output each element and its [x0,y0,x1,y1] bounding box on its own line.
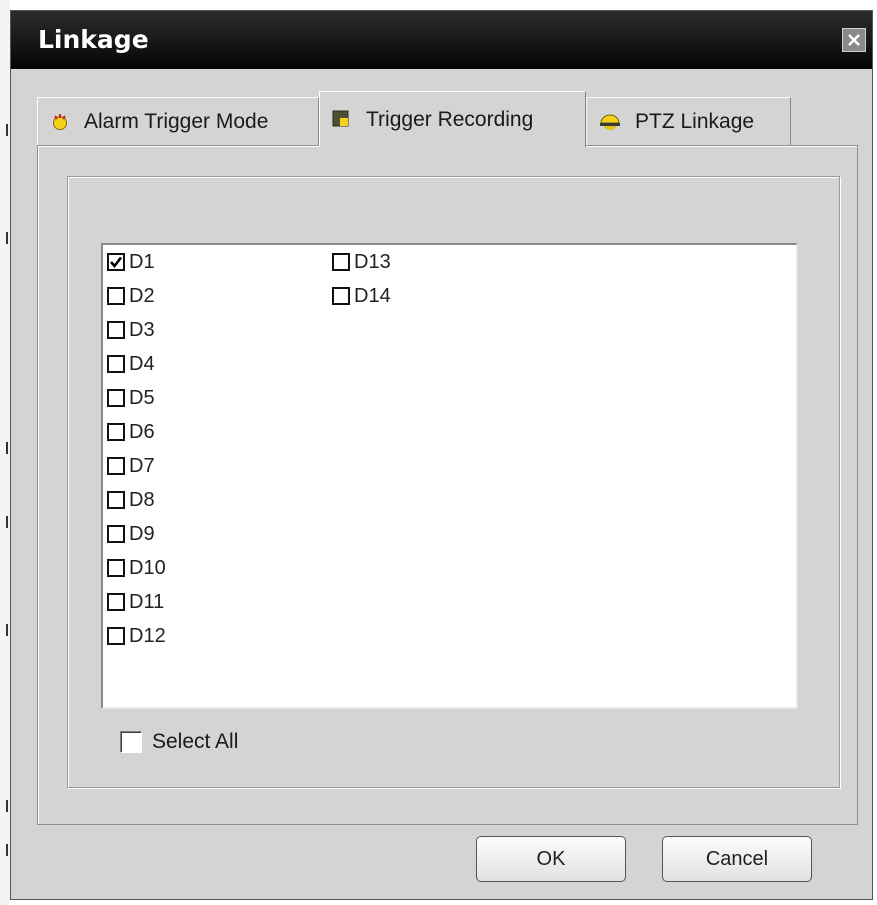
checkbox[interactable] [107,491,125,509]
channel-item-d6[interactable]: D6 [107,419,155,445]
channel-label: D11 [129,590,165,613]
channel-item-d5[interactable]: D5 [107,385,155,411]
channel-label: D3 [129,318,155,341]
channel-label: D9 [129,522,155,545]
select-all-label: Select All [152,730,239,753]
channel-label: D10 [129,556,166,579]
channel-label: D12 [129,624,166,647]
title-bar: Linkage [11,11,872,69]
tab-trigger-recording[interactable]: Trigger Recording [319,91,586,147]
checkbox[interactable] [107,287,125,305]
channel-label: D2 [129,284,155,307]
edge-mark [6,844,8,856]
checkbox[interactable] [107,321,125,339]
edge-mark [6,232,8,244]
select-all-checkbox[interactable]: Select All [120,730,238,754]
close-icon [848,34,860,46]
close-button[interactable] [842,28,866,52]
record-icon [332,110,352,130]
checkbox[interactable] [107,389,125,407]
cancel-button[interactable]: Cancel [662,836,812,882]
background-window-edge [0,0,10,905]
checkbox[interactable] [332,287,350,305]
channel-label: D1 [129,250,155,273]
edge-mark [6,800,8,812]
channel-label: D14 [354,284,391,307]
checkbox[interactable] [107,253,125,271]
channel-item-d4[interactable]: D4 [107,351,155,377]
checkbox[interactable] [107,525,125,543]
edge-mark [6,624,8,636]
edge-mark [6,516,8,528]
channel-item-d1[interactable]: D1 [107,249,155,275]
checkbox[interactable] [107,355,125,373]
channel-item-d3[interactable]: D3 [107,317,155,343]
trigger-recording-panel: D1 D2 D3 D4 D5 D6 D7 D8 D9 D10 D11 D12 D… [37,145,858,825]
ptz-dome-icon [599,112,621,132]
tab-ptz-linkage[interactable]: PTZ Linkage [586,97,791,145]
channel-label: D6 [129,420,155,443]
tab-label: Trigger Recording [366,107,534,131]
checkbox[interactable] [107,559,125,577]
channel-label: D8 [129,488,155,511]
channel-item-d10[interactable]: D10 [107,555,166,581]
channel-label: D7 [129,454,155,477]
window-title: Linkage [38,25,149,54]
linkage-dialog: Linkage Alarm Trigger Mode Trigger Recor… [10,10,873,900]
channel-list: D1 D2 D3 D4 D5 D6 D7 D8 D9 D10 D11 D12 D… [101,243,798,709]
channel-item-d7[interactable]: D7 [107,453,155,479]
edge-mark [6,124,8,136]
ok-button[interactable]: OK [476,836,626,882]
checkbox[interactable] [107,627,125,645]
edge-mark [6,442,8,454]
tab-alarm-trigger-mode[interactable]: Alarm Trigger Mode [37,97,319,145]
channel-group-box: D1 D2 D3 D4 D5 D6 D7 D8 D9 D10 D11 D12 D… [67,176,840,788]
hand-alarm-icon [50,112,70,132]
channel-label: D5 [129,386,155,409]
checkbox[interactable] [107,423,125,441]
channel-label: D13 [354,250,391,273]
channel-item-d8[interactable]: D8 [107,487,155,513]
channel-item-d9[interactable]: D9 [107,521,155,547]
channel-item-d11[interactable]: D11 [107,589,164,615]
channel-item-d13[interactable]: D13 [332,249,391,275]
check-icon [110,256,123,269]
checkbox[interactable] [107,593,125,611]
tab-label: PTZ Linkage [635,109,755,133]
checkbox[interactable] [107,457,125,475]
channel-item-d12[interactable]: D12 [107,623,166,649]
checkbox[interactable] [332,253,350,271]
channel-item-d2[interactable]: D2 [107,283,155,309]
channel-item-d14[interactable]: D14 [332,283,391,309]
channel-label: D4 [129,352,155,375]
select-all-box[interactable] [120,731,142,753]
tab-label: Alarm Trigger Mode [84,109,269,133]
